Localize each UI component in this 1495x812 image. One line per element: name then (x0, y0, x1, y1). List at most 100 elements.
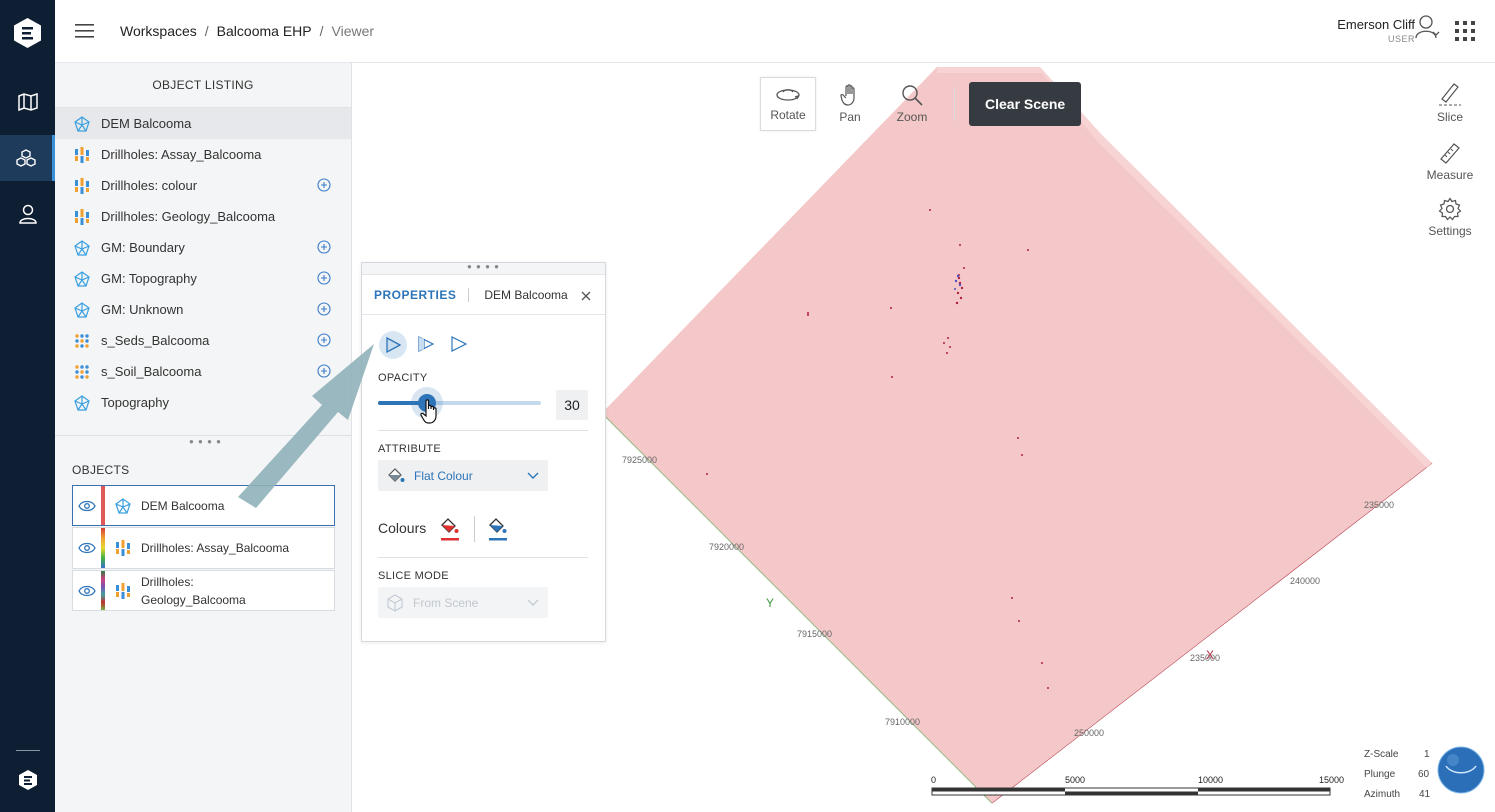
drillhole-icon (113, 582, 133, 599)
pan-button[interactable]: Pan (822, 77, 878, 131)
colour-divider (474, 516, 475, 542)
dem-surface (602, 67, 1432, 803)
slice-mode-select: From Scene (378, 587, 548, 618)
plunge-value: 60 (1418, 769, 1430, 780)
solid-render-button[interactable] (379, 331, 407, 359)
object-row-assay[interactable]: Drillholes: Assay_Balcooma (72, 527, 335, 569)
listing-item-label: s_Soil_Balcooma (101, 364, 202, 379)
opacity-value-input[interactable]: 30 (556, 390, 588, 420)
listing-item-label: Drillholes: Assay_Balcooma (101, 147, 262, 162)
slice-mode-label: SLICE MODE (378, 570, 449, 582)
breadcrumb-workspace[interactable]: Balcooma EHP (217, 23, 312, 39)
rotate-icon (776, 89, 800, 101)
section-divider (378, 430, 588, 431)
object-listing-title: OBJECT LISTING (55, 63, 351, 108)
listing-item[interactable]: Drillholes: Geology_Balcooma (55, 201, 351, 232)
object-label: Drillholes: Assay_Balcooma (141, 541, 290, 555)
axis-label-y2: 7920000 (709, 542, 744, 552)
measure-tool[interactable]: Measure (1425, 141, 1475, 182)
listing-item-label: GM: Boundary (101, 240, 185, 255)
listing-item[interactable]: GM: Boundary (55, 232, 351, 263)
pan-label: Pan (839, 110, 861, 124)
close-icon[interactable] (581, 288, 591, 306)
gear-icon (1438, 197, 1462, 221)
toolbar-divider (954, 87, 955, 121)
listing-item-label: Drillholes: Geology_Balcooma (101, 209, 276, 224)
viewer-cubes-icon[interactable] (0, 135, 55, 181)
settings-label: Settings (1428, 224, 1472, 238)
eye-icon[interactable] (73, 542, 101, 554)
scene-toolbar: Rotate Pan Zoom Clear Scene (760, 77, 1082, 131)
color-bar (101, 486, 105, 525)
outline-render-button[interactable] (450, 335, 468, 358)
add-to-scene-icon[interactable] (317, 364, 331, 378)
outline-triangle-icon (451, 336, 468, 352)
plunge-label: Plunge (1364, 769, 1396, 780)
add-to-scene-icon[interactable] (317, 302, 331, 316)
listing-item[interactable]: s_Seds_Balcooma (55, 325, 351, 356)
slice-label: Slice (1436, 110, 1463, 124)
panel-resize-handle[interactable]: ● ● ● ● (55, 435, 352, 446)
zoom-button[interactable]: Zoom (884, 77, 940, 131)
colours-label: Colours (378, 520, 427, 536)
user-icon[interactable] (0, 191, 55, 237)
add-to-scene-icon[interactable] (317, 240, 331, 254)
user-avatar-icon[interactable] (1415, 14, 1441, 45)
axis-x-marker: X (1206, 648, 1214, 662)
brand-icon[interactable] (0, 757, 55, 803)
eye-icon[interactable] (73, 585, 101, 597)
listing-item-label: GM: Unknown (101, 302, 184, 317)
mesh-icon (113, 497, 133, 514)
properties-tab[interactable]: PROPERTIES (374, 287, 470, 302)
object-label: DEM Balcooma (141, 498, 225, 513)
colour-picker-red[interactable] (439, 516, 461, 547)
object-row-dem[interactable]: DEM Balcooma (72, 485, 335, 526)
properties-object-name: DEM Balcooma (484, 287, 568, 302)
object-listing-panel: OBJECT LISTING DEM Balcooma Drillholes: A… (55, 63, 352, 812)
user-role: USER (1387, 34, 1415, 44)
listing-item[interactable]: s_Soil_Balcooma (55, 356, 351, 387)
opacity-label: OPACITY (378, 372, 428, 384)
measure-label: Measure (1426, 168, 1474, 182)
settings-tool[interactable]: Settings (1425, 197, 1475, 238)
axis-label-x4: 250000 (1074, 728, 1104, 738)
scale-tick-3: 15000 (1319, 775, 1344, 785)
listing-item[interactable]: Topography (55, 387, 351, 418)
attribute-label: ATTRIBUTE (378, 443, 441, 455)
listing-item[interactable]: Drillholes: colour (55, 170, 351, 201)
user-info[interactable]: Emerson Cliff USER (1337, 17, 1415, 44)
fill-colour-blue-icon (489, 518, 507, 541)
listing-item[interactable]: GM: Topography (55, 263, 351, 294)
attribute-select[interactable]: Flat Colour (378, 460, 548, 491)
eye-icon[interactable] (73, 500, 101, 512)
slice-tool[interactable]: Slice (1425, 81, 1475, 124)
listing-item[interactable]: DEM Balcooma (55, 108, 351, 139)
object-row-geology[interactable]: Drillholes: Geology_Balcooma (72, 570, 335, 611)
apps-grid-icon[interactable] (1455, 21, 1475, 46)
user-name: Emerson Cliff (1337, 17, 1415, 32)
drillhole-icon (113, 540, 133, 556)
menu-icon[interactable] (75, 23, 95, 39)
breadcrumb-workspaces[interactable]: Workspaces (120, 23, 197, 39)
add-to-scene-icon[interactable] (317, 178, 331, 192)
add-to-scene-icon[interactable] (317, 333, 331, 347)
axis-label-y1: 7925000 (622, 455, 657, 465)
azimuth-label: Azimuth (1364, 789, 1400, 800)
colour-picker-blue[interactable] (487, 516, 509, 547)
nav-divider (16, 750, 40, 751)
mesh-icon (73, 301, 91, 319)
axis-y-marker: Y (766, 596, 774, 610)
hand-icon (840, 84, 855, 106)
clear-scene-button[interactable]: Clear Scene (969, 82, 1082, 126)
breadcrumb-separator: / (204, 23, 209, 39)
listing-item[interactable]: GM: Unknown (55, 294, 351, 325)
panel-drag-handle[interactable]: ● ● ● ● (362, 263, 605, 275)
app-logo-icon[interactable] (14, 18, 41, 48)
add-to-scene-icon[interactable] (317, 271, 331, 285)
axis-label-y4: 7910000 (885, 717, 920, 727)
properties-panel: ● ● ● ● PROPERTIES DEM Balcooma OPACITY … (361, 262, 606, 642)
rotate-button[interactable]: Rotate (760, 77, 816, 131)
map-icon[interactable] (0, 79, 55, 125)
wireframe-render-button[interactable] (417, 335, 435, 358)
listing-item[interactable]: Drillholes: Assay_Balcooma (55, 139, 351, 170)
